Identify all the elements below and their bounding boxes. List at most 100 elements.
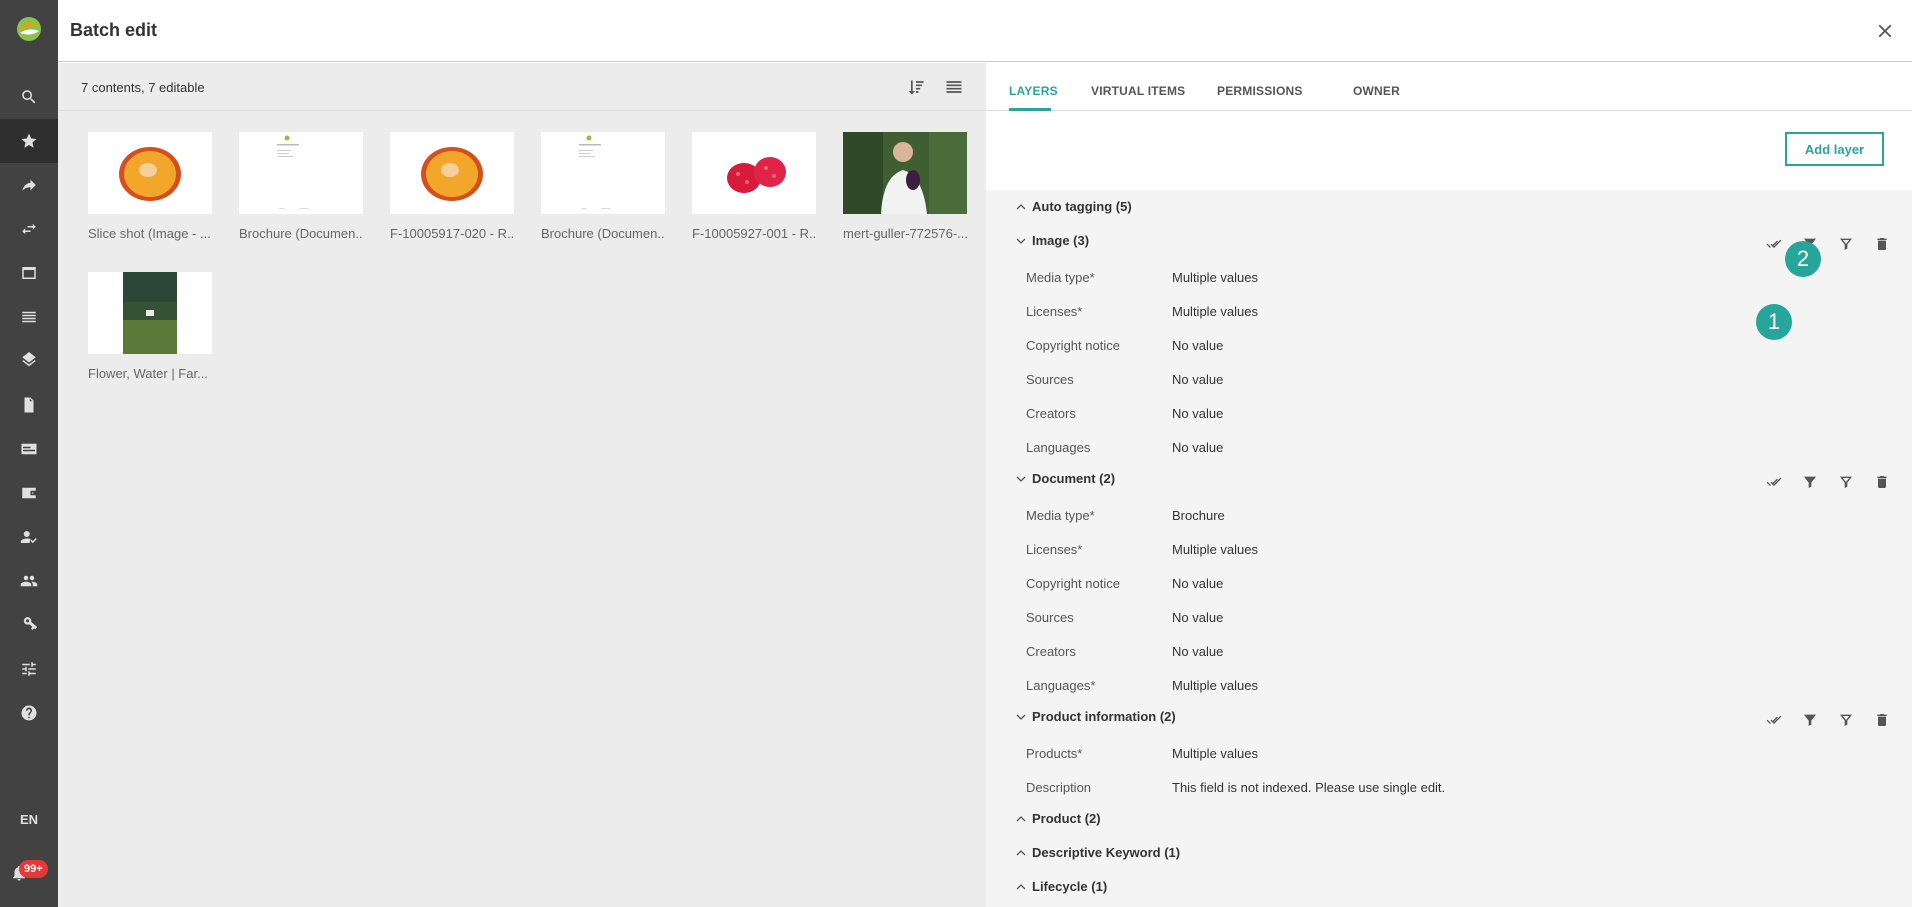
- validate-button[interactable]: [1756, 710, 1792, 730]
- tab-owner[interactable]: OWNER: [1353, 84, 1400, 98]
- logo[interactable]: [0, 0, 58, 58]
- double-check-icon: [1766, 477, 1782, 486]
- active-tab-indicator: [1009, 108, 1051, 111]
- content-item-label: Flower, Water | Far...: [88, 366, 208, 381]
- field-value[interactable]: Multiple values: [1172, 746, 1258, 761]
- tab-layers[interactable]: LAYERS: [1009, 84, 1058, 98]
- section-actions: [1756, 472, 1900, 492]
- filter-outline-icon: [1840, 714, 1852, 726]
- field-value[interactable]: No value: [1172, 338, 1223, 353]
- field-value[interactable]: No value: [1172, 576, 1223, 591]
- field-value[interactable]: No value: [1172, 644, 1223, 659]
- window-icon: [22, 267, 36, 279]
- content-item-label: mert-guller-772576-...: [843, 226, 967, 241]
- tab-permissions[interactable]: PERMISSIONS: [1217, 84, 1303, 98]
- filter-button[interactable]: [1792, 710, 1828, 730]
- nav-list[interactable]: [0, 295, 58, 339]
- field-label: Licenses*: [1026, 304, 1083, 319]
- section-title: Product (2): [1032, 811, 1101, 826]
- delete-button[interactable]: [1864, 234, 1900, 254]
- field-label: Products*: [1026, 746, 1083, 761]
- section-lifecycle[interactable]: Lifecycle (1): [1016, 879, 1107, 894]
- nav-settings[interactable]: [0, 647, 58, 691]
- content-toolbar: 7 contents, 7 editable: [58, 63, 986, 111]
- nav-favorites[interactable]: [0, 119, 58, 163]
- field-value[interactable]: Multiple values: [1172, 542, 1258, 557]
- section-document[interactable]: Document (2): [1016, 471, 1115, 486]
- thumbnail: [239, 132, 363, 214]
- nav-share[interactable]: [0, 163, 58, 207]
- field-value[interactable]: No value: [1172, 610, 1223, 625]
- section-title: Product information (2): [1032, 709, 1176, 724]
- plum-slice-image: [119, 147, 181, 201]
- content-item[interactable]: Brochure (Documen...: [239, 132, 363, 241]
- nav-user-check[interactable]: [0, 515, 58, 559]
- nav-search[interactable]: [0, 75, 58, 119]
- nav-transfer[interactable]: [0, 207, 58, 251]
- nav-wallet[interactable]: [0, 471, 58, 515]
- field-label: Media type*: [1026, 270, 1095, 285]
- content-count: 7 contents, 7 editable: [81, 80, 205, 95]
- content-item[interactable]: Brochure (Documen...: [541, 132, 665, 241]
- content-item[interactable]: Slice shot (Image - ...: [88, 132, 212, 241]
- field-value[interactable]: No value: [1172, 406, 1223, 421]
- sort-button[interactable]: [906, 77, 926, 97]
- group-icon: [20, 575, 38, 587]
- filter-icon: [1804, 714, 1816, 726]
- content-item-label: F-10005917-020 - R...: [390, 226, 514, 241]
- delete-button[interactable]: [1864, 472, 1900, 492]
- filter-outline-button[interactable]: [1828, 710, 1864, 730]
- filter-outline-button[interactable]: [1828, 472, 1864, 492]
- content-item-label: F-10005927-001 - R...: [692, 226, 816, 241]
- field-value[interactable]: Brochure: [1172, 508, 1225, 523]
- section-descriptive-keyword[interactable]: Descriptive Keyword (1): [1016, 845, 1180, 860]
- annotation-marker-2: 2: [1785, 241, 1821, 277]
- field-value: This field is not indexed. Please use si…: [1172, 780, 1446, 795]
- filter-outline-button[interactable]: [1828, 234, 1864, 254]
- section-title: Lifecycle (1): [1032, 879, 1108, 894]
- content-browser: 7 contents, 7 editable Slice shot (Image…: [58, 63, 986, 907]
- content-item[interactable]: Flower, Water | Far...: [88, 272, 212, 381]
- field-value[interactable]: Multiple values: [1172, 678, 1258, 693]
- nav-window[interactable]: [0, 251, 58, 295]
- trash-icon: [1877, 714, 1887, 726]
- thumbnail: [88, 272, 212, 354]
- language-switch[interactable]: EN: [0, 812, 58, 827]
- validate-button[interactable]: [1756, 472, 1792, 492]
- layers-list: Auto tagging (5) Image (3) Media type* M…: [986, 190, 1912, 907]
- nav-cards[interactable]: [0, 427, 58, 471]
- filter-button[interactable]: [1792, 472, 1828, 492]
- field-label: Licenses*: [1026, 542, 1083, 557]
- dialog-header: Batch edit: [58, 0, 1912, 62]
- section-product[interactable]: Product (2): [1016, 811, 1101, 826]
- nav-layers[interactable]: [0, 339, 58, 383]
- nav-documents[interactable]: [0, 383, 58, 427]
- list-view-icon: [946, 81, 962, 93]
- field-value[interactable]: Multiple values: [1172, 304, 1258, 319]
- section-product-information[interactable]: Product information (2): [1016, 709, 1176, 724]
- raspberries-image: [727, 157, 786, 193]
- field-label: Creators: [1026, 644, 1076, 659]
- field-value[interactable]: No value: [1172, 440, 1223, 455]
- brochure-document-image: [239, 132, 363, 214]
- view-mode-button[interactable]: [944, 77, 964, 97]
- tab-virtual-items[interactable]: VIRTUAL ITEMS: [1091, 84, 1185, 98]
- swap-icon: [22, 223, 36, 235]
- section-image[interactable]: Image (3): [1016, 233, 1089, 248]
- content-item[interactable]: mert-guller-772576-...: [843, 132, 967, 241]
- content-item[interactable]: F-10005917-020 - R...: [390, 132, 514, 241]
- nav-help[interactable]: [0, 691, 58, 735]
- delete-button[interactable]: [1864, 710, 1900, 730]
- content-item-label: Brochure (Documen...: [239, 226, 363, 241]
- nav-keys[interactable]: [0, 603, 58, 647]
- content-item[interactable]: F-10005927-001 - R...: [692, 132, 816, 241]
- nav-users[interactable]: [0, 559, 58, 603]
- field-label: Copyright notice: [1026, 576, 1120, 591]
- field-label: Sources: [1026, 610, 1074, 625]
- field-value[interactable]: Multiple values: [1172, 270, 1258, 285]
- field-value[interactable]: No value: [1172, 372, 1223, 387]
- close-icon: [1878, 24, 1892, 38]
- add-layer-button[interactable]: Add layer: [1785, 132, 1884, 166]
- section-auto-tagging[interactable]: Auto tagging (5): [1016, 199, 1132, 214]
- close-button[interactable]: [1874, 20, 1896, 42]
